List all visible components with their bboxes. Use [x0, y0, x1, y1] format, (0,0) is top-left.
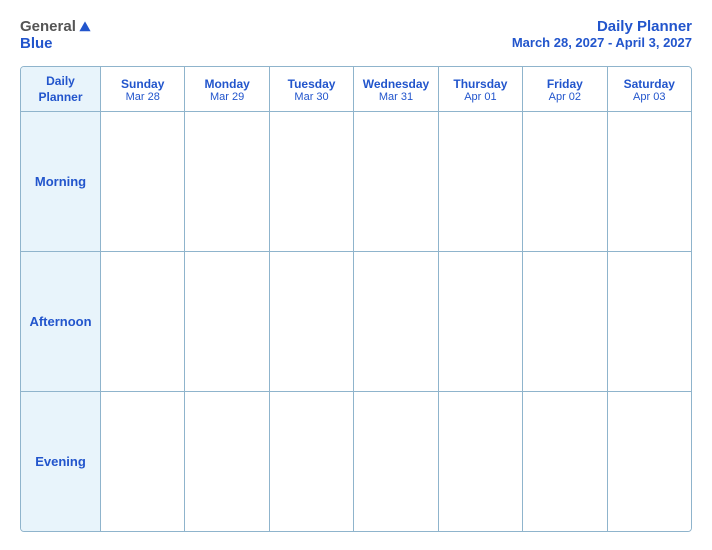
cell-morning-thursday[interactable]: [439, 112, 523, 251]
row-label-afternoon: Afternoon: [21, 252, 101, 391]
cell-morning-saturday[interactable]: [608, 112, 691, 251]
day-date: Apr 02: [549, 91, 581, 103]
header-day-monday: Monday Mar 29: [185, 67, 269, 111]
cal-row-afternoon: Afternoon: [21, 252, 691, 392]
logo-blue: Blue: [20, 35, 53, 52]
day-date: Mar 29: [210, 91, 244, 103]
page-header: General Blue Daily Planner March 28, 202…: [20, 18, 692, 52]
cell-afternoon-thursday[interactable]: [439, 252, 523, 391]
day-date: Apr 01: [464, 91, 496, 103]
row-label-evening: Evening: [21, 392, 101, 531]
day-name: Friday: [547, 77, 583, 91]
header-day-tuesday: Tuesday Mar 30: [270, 67, 354, 111]
cell-evening-saturday[interactable]: [608, 392, 691, 531]
cell-morning-friday[interactable]: [523, 112, 607, 251]
day-name: Saturday: [624, 77, 675, 91]
day-name: Monday: [204, 77, 249, 91]
cell-morning-sunday[interactable]: [101, 112, 185, 251]
calendar-body: Morning Afternoon Evening: [21, 112, 691, 531]
row-label-text: Afternoon: [29, 314, 91, 329]
day-date: Mar 28: [126, 91, 160, 103]
cell-afternoon-sunday[interactable]: [101, 252, 185, 391]
cal-row-evening: Evening: [21, 392, 691, 531]
cell-evening-thursday[interactable]: [439, 392, 523, 531]
header-label-cell: DailyPlanner: [21, 67, 101, 111]
cell-afternoon-friday[interactable]: [523, 252, 607, 391]
day-date: Apr 03: [633, 91, 665, 103]
row-label-text: Evening: [35, 454, 86, 469]
planner-title: Daily Planner: [512, 18, 692, 35]
planner-date-range: March 28, 2027 - April 3, 2027: [512, 35, 692, 50]
day-name: Wednesday: [363, 77, 429, 91]
header-day-thursday: Thursday Apr 01: [439, 67, 523, 111]
cell-morning-tuesday[interactable]: [270, 112, 354, 251]
day-date: Mar 31: [379, 91, 413, 103]
header-day-friday: Friday Apr 02: [523, 67, 607, 111]
logo-general: General: [20, 18, 76, 35]
title-area: Daily Planner March 28, 2027 - April 3, …: [512, 18, 692, 50]
cell-evening-wednesday[interactable]: [354, 392, 438, 531]
header-day-sunday: Sunday Mar 28: [101, 67, 185, 111]
cell-afternoon-wednesday[interactable]: [354, 252, 438, 391]
row-label-text: Morning: [35, 174, 86, 189]
cell-afternoon-tuesday[interactable]: [270, 252, 354, 391]
day-name: Sunday: [121, 77, 164, 91]
day-name: Tuesday: [288, 77, 336, 91]
calendar: DailyPlanner Sunday Mar 28 Monday Mar 29…: [20, 66, 692, 532]
header-day-wednesday: Wednesday Mar 31: [354, 67, 438, 111]
header-day-saturday: Saturday Apr 03: [608, 67, 691, 111]
cell-evening-sunday[interactable]: [101, 392, 185, 531]
row-label-morning: Morning: [21, 112, 101, 251]
cell-evening-friday[interactable]: [523, 392, 607, 531]
cell-afternoon-monday[interactable]: [185, 252, 269, 391]
cell-evening-monday[interactable]: [185, 392, 269, 531]
cell-afternoon-saturday[interactable]: [608, 252, 691, 391]
day-name: Thursday: [453, 77, 507, 91]
cal-row-morning: Morning: [21, 112, 691, 252]
cell-morning-wednesday[interactable]: [354, 112, 438, 251]
cell-evening-tuesday[interactable]: [270, 392, 354, 531]
calendar-header-row: DailyPlanner Sunday Mar 28 Monday Mar 29…: [21, 67, 691, 112]
header-label-text: DailyPlanner: [38, 74, 82, 105]
logo: General Blue: [20, 18, 92, 52]
logo-icon: [78, 20, 92, 34]
day-date: Mar 30: [294, 91, 328, 103]
cell-morning-monday[interactable]: [185, 112, 269, 251]
